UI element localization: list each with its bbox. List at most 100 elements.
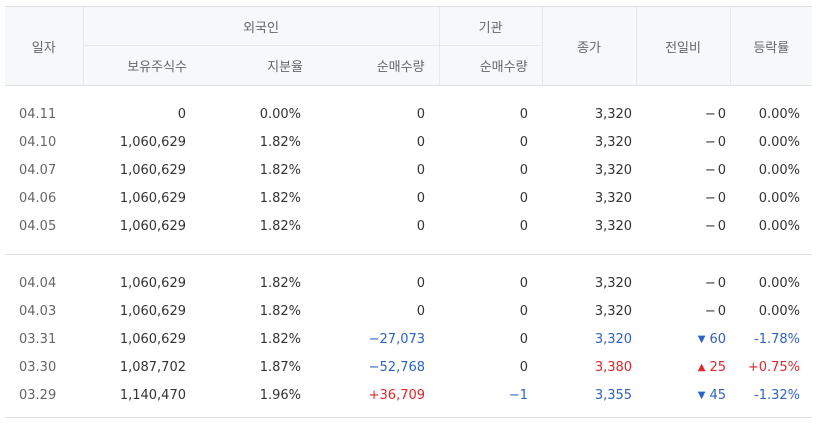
change-cell: −0 xyxy=(636,269,730,297)
trading-table: 일자 외국인 기관 종가 전일비 등락률 보유주식수 지분율 순매수량 순매수량… xyxy=(5,6,813,424)
close-price-cell: 3,320 xyxy=(594,303,633,319)
institution-net-cell: 0 xyxy=(519,331,529,347)
close-price-cell: 3,320 xyxy=(594,162,633,178)
up-triangle-icon: ▲ xyxy=(697,361,706,373)
group-spacer xyxy=(5,255,812,270)
date-cell: 04.10 xyxy=(19,134,57,150)
close-price-cell: 3,355 xyxy=(594,387,633,403)
change-cell: −0 xyxy=(636,297,730,325)
change-value: 0 xyxy=(717,190,727,206)
change-cell: −0 xyxy=(636,128,730,156)
no-change-icon: − xyxy=(704,106,716,122)
rate-cell: 0.00% xyxy=(758,134,801,150)
header-ratio: 지분율 xyxy=(201,45,317,86)
header-date: 일자 xyxy=(5,6,83,86)
table-row: 04.06 1,060,629 1.82% 0 0 3,320−0 0.00% xyxy=(5,184,812,212)
date-cell: 04.03 xyxy=(19,303,57,319)
rate-cell: +0.75% xyxy=(747,359,801,375)
change-value: 0 xyxy=(717,134,727,150)
rate-cell: -1.78% xyxy=(754,331,801,347)
rate-cell: -1.32% xyxy=(754,387,801,403)
date-cell: 04.04 xyxy=(19,275,57,291)
ratio-cell: 0.00% xyxy=(259,106,301,122)
change-cell: −0 xyxy=(636,156,730,184)
change-value: 0 xyxy=(717,218,727,234)
change-value: 0 xyxy=(717,106,727,122)
foreign-net-cell: 0 xyxy=(416,106,426,122)
down-triangle-icon: ▼ xyxy=(697,333,706,345)
foreign-net-cell: 0 xyxy=(416,134,426,150)
rate-cell: 0.00% xyxy=(758,162,801,178)
change-value: 0 xyxy=(717,162,727,178)
foreign-net-cell: +36,709 xyxy=(368,387,426,403)
change-value: 60 xyxy=(709,331,727,347)
table-row: 04.04 1,060,629 1.82% 0 0 3,320−0 0.00% xyxy=(5,269,812,297)
change-cell: −0 xyxy=(636,212,730,240)
change-value: 0 xyxy=(717,275,727,291)
institution-net-cell: 0 xyxy=(519,162,529,178)
institution-net-cell: 0 xyxy=(519,275,529,291)
no-change-icon: − xyxy=(704,303,716,319)
spacer-cell xyxy=(5,86,812,101)
table-row: 03.29 1,140,470 1.96% +36,709 −1 3,355 ▼ 45 -1.3… xyxy=(5,381,812,409)
date-cell: 04.07 xyxy=(19,162,57,178)
institution-net-cell: 0 xyxy=(519,106,529,122)
spacer-cell xyxy=(5,255,812,270)
down-triangle-icon: ▼ xyxy=(697,389,706,401)
table-row: 04.05 1,060,629 1.82% 0 0 3,320−0 0.00% xyxy=(5,212,812,240)
date-cell: 04.06 xyxy=(19,190,57,206)
change-value: 25 xyxy=(709,359,727,375)
institution-net-cell: 0 xyxy=(519,303,529,319)
header-close: 종가 xyxy=(541,6,637,86)
foreign-net-cell: 0 xyxy=(416,190,426,206)
foreign-net-cell: 0 xyxy=(416,303,426,319)
table-body: 04.11 0 0.00% 0 0 3,320−0 0.00% 04.10 1,060,629 1… xyxy=(5,86,813,424)
no-change-icon: − xyxy=(704,190,716,206)
holdings-cell: 1,060,629 xyxy=(119,331,186,347)
header-institution: 기관 xyxy=(438,6,543,46)
close-price-cell: 3,320 xyxy=(594,106,633,122)
table-row: 03.30 1,087,702 1.87% −52,768 0 3,380 ▲ 25 +0.75… xyxy=(5,353,812,381)
table-row: 04.07 1,060,629 1.82% 0 0 3,320−0 0.00% xyxy=(5,156,812,184)
header-foreign-net: 순매수량 xyxy=(317,45,440,86)
institution-net-cell: 0 xyxy=(519,359,529,375)
holdings-cell: 1,140,470 xyxy=(119,387,186,403)
foreign-net-cell: 0 xyxy=(416,218,426,234)
spacer-cell xyxy=(5,240,812,254)
table-row: 04.11 0 0.00% 0 0 3,320−0 0.00% xyxy=(5,100,812,128)
close-price-cell: 3,320 xyxy=(594,331,633,347)
header-institution-net: 순매수량 xyxy=(438,45,543,86)
date-cell: 03.30 xyxy=(19,359,57,375)
table-bottom-divider xyxy=(5,417,812,418)
institution-net-cell: −1 xyxy=(508,387,529,403)
spacer-cell xyxy=(5,409,812,423)
change-value: 0 xyxy=(717,303,727,319)
ratio-cell: 1.82% xyxy=(259,275,301,291)
ratio-cell: 1.82% xyxy=(259,303,301,319)
table-row: 03.31 1,060,629 1.82% −27,073 0 3,320 ▼ 60 -1.78… xyxy=(5,325,812,353)
date-cell: 03.31 xyxy=(19,331,57,347)
institution-net-cell: 0 xyxy=(519,134,529,150)
no-change-icon: − xyxy=(704,218,716,234)
institution-net-cell: 0 xyxy=(519,218,529,234)
change-cell: −0 xyxy=(636,184,730,212)
header-holdings: 보유주식수 xyxy=(82,45,201,86)
holdings-cell: 1,060,629 xyxy=(119,190,186,206)
change-cell: ▼ 45 xyxy=(636,381,730,409)
rate-cell: 0.00% xyxy=(758,190,801,206)
ratio-cell: 1.82% xyxy=(259,218,301,234)
date-cell: 04.11 xyxy=(19,106,57,122)
ratio-cell: 1.82% xyxy=(259,162,301,178)
holdings-cell: 0 xyxy=(177,106,186,122)
ratio-cell: 1.82% xyxy=(259,190,301,206)
rate-cell: 0.00% xyxy=(758,303,801,319)
change-cell: ▲ 25 xyxy=(636,353,730,381)
close-price-cell: 3,380 xyxy=(594,359,633,375)
holdings-cell: 1,060,629 xyxy=(119,275,186,291)
holdings-cell: 1,060,629 xyxy=(119,303,186,319)
date-cell: 04.05 xyxy=(19,218,57,234)
close-price-cell: 3,320 xyxy=(594,134,633,150)
no-change-icon: − xyxy=(704,275,716,291)
foreign-net-cell: −27,073 xyxy=(368,331,426,347)
table-row: 04.10 1,060,629 1.82% 0 0 3,320−0 0.00% xyxy=(5,128,812,156)
